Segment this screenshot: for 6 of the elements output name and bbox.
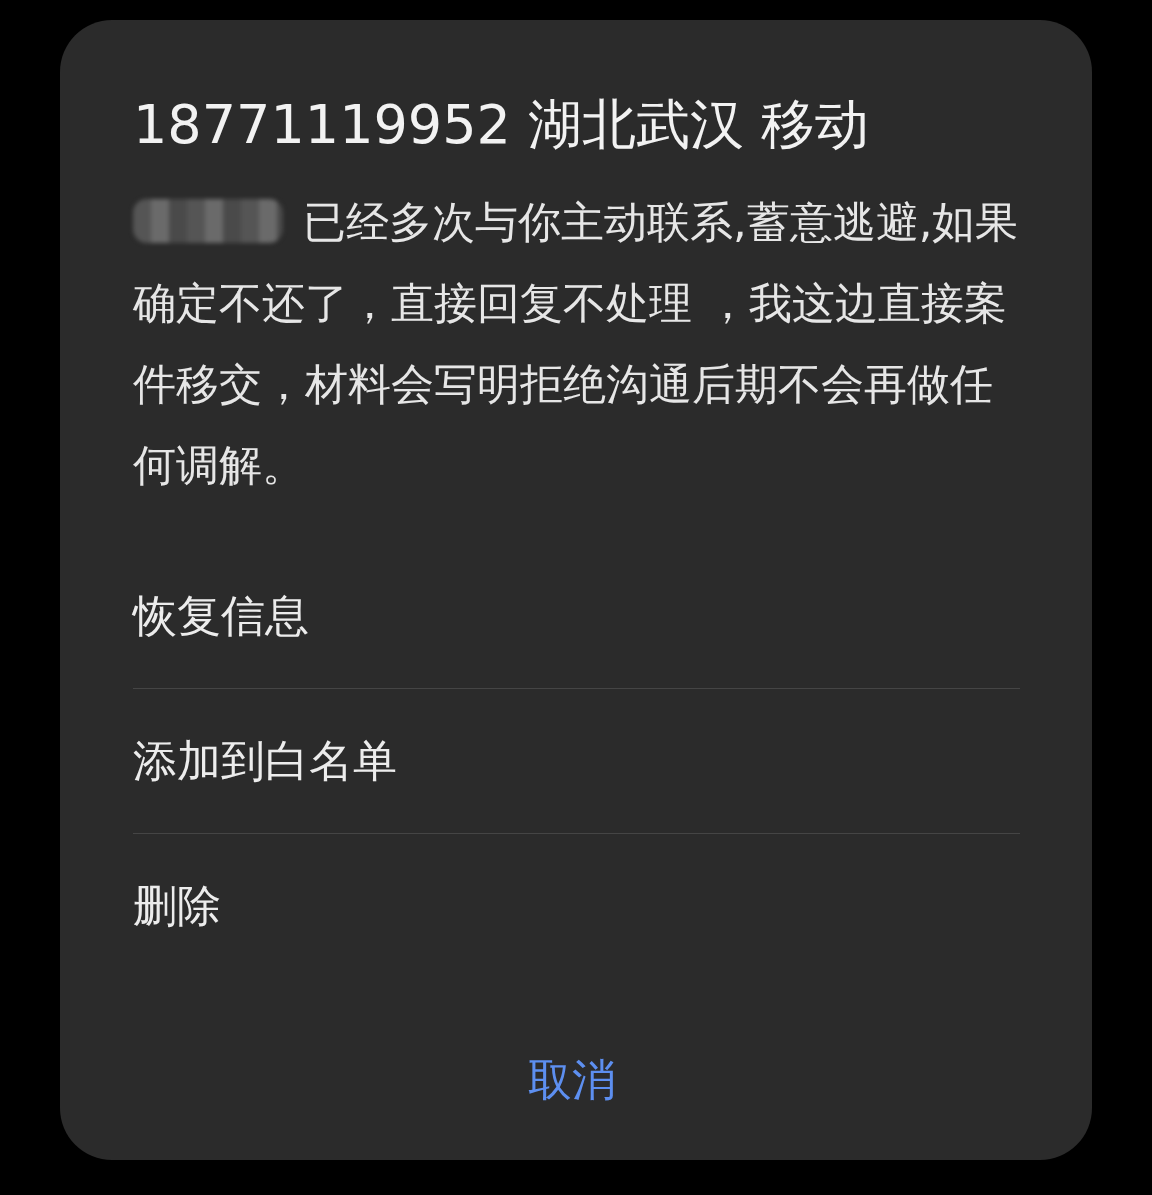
menu-item[interactable]: 添加到白名单 [133, 689, 1020, 833]
cancel-button[interactable]: 取消 [521, 1050, 622, 1110]
dialog-title: 18771119952 湖北武汉 移动 [133, 92, 871, 158]
menu-item[interactable]: 恢复信息 [133, 544, 1020, 688]
menu-item[interactable]: 删除 [133, 834, 1020, 978]
message-text: 已经多次与你主动联系,蓄意逃避,如果确定不还了，直接回复不处理 ，我这边直接案件移交，材料会写明拒绝沟通后期不会再做任何调解。 [133, 196, 1020, 492]
